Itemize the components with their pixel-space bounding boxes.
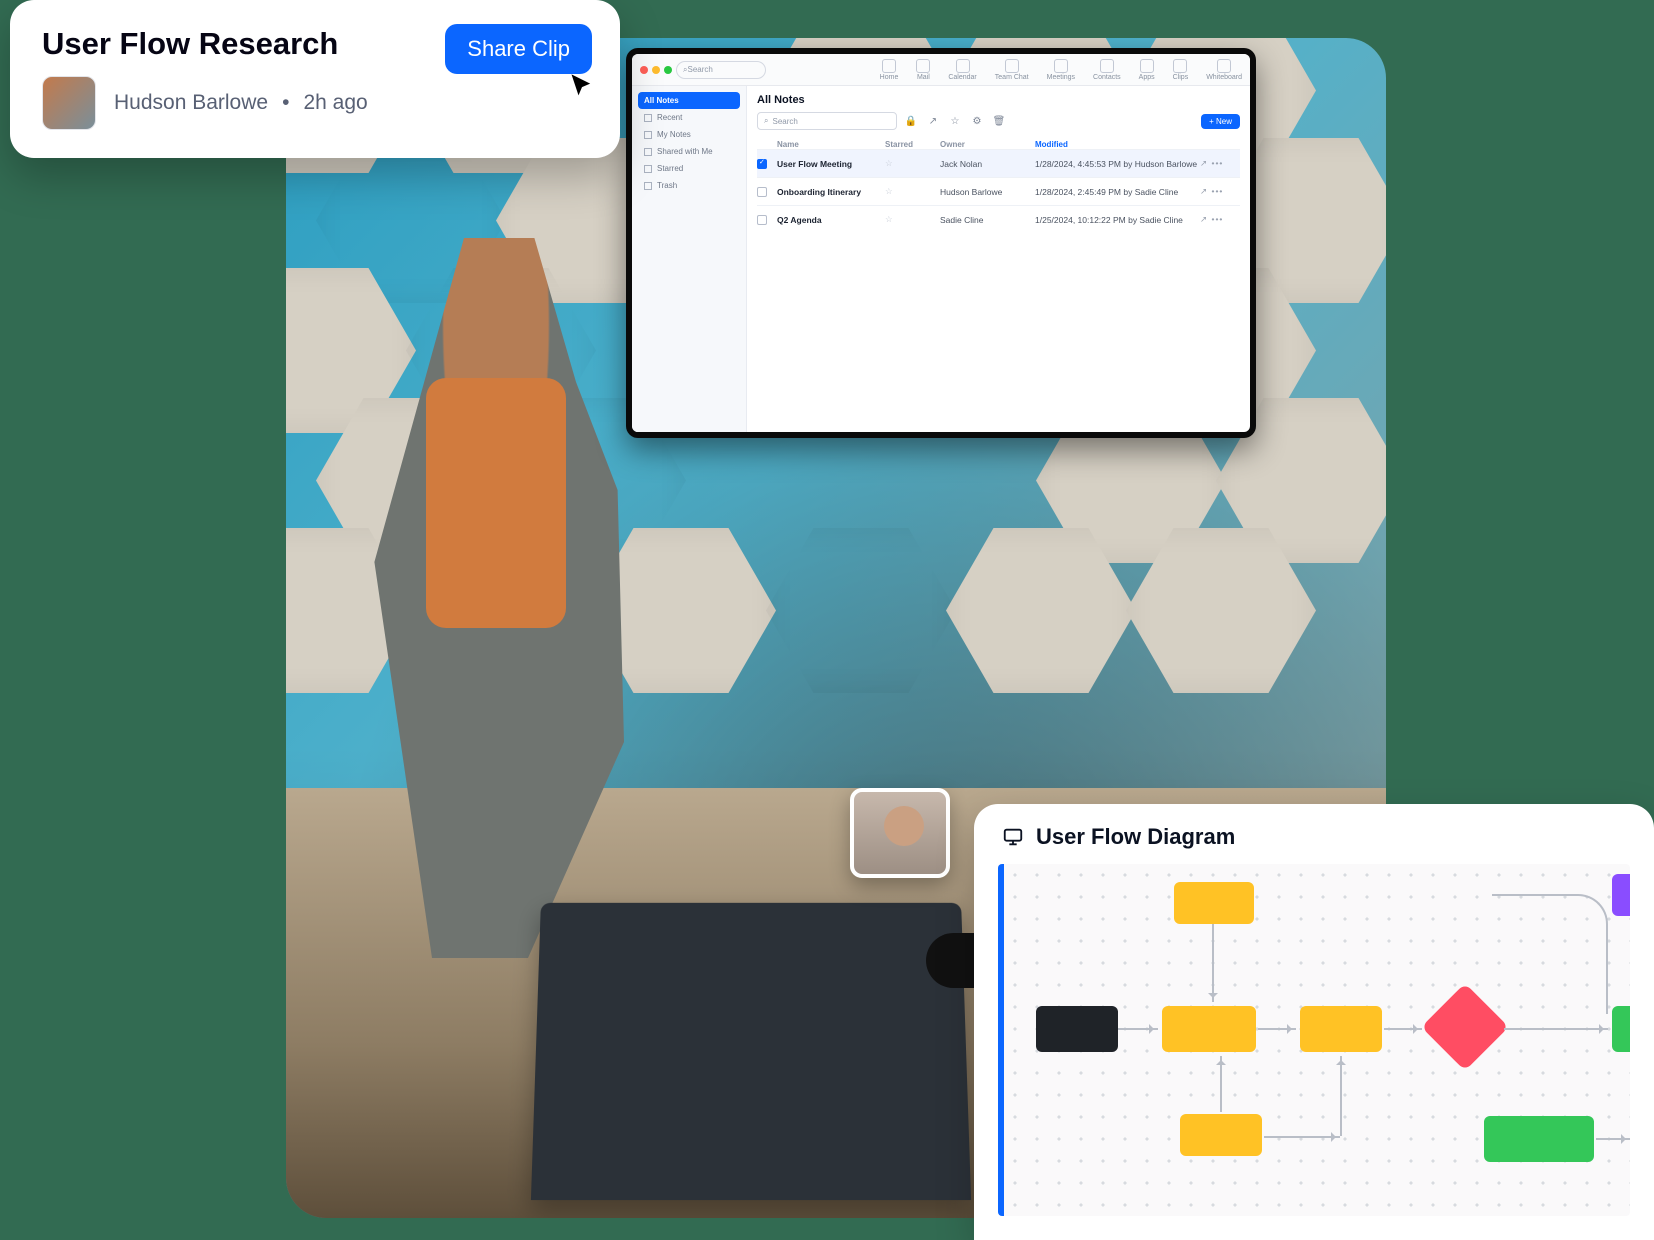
row-more-icon[interactable]: ↗ ••• xyxy=(1200,158,1240,169)
row-checkbox[interactable] xyxy=(757,215,767,225)
tab-calendar[interactable]: Calendar xyxy=(948,59,976,81)
star-icon[interactable]: ☆ xyxy=(885,214,940,225)
author-name: Hudson Barlowe xyxy=(114,91,268,115)
tab-clips[interactable]: Clips xyxy=(1173,59,1189,81)
sidebar-item-my-notes[interactable]: My Notes xyxy=(638,126,740,143)
share-icon[interactable]: ↗ xyxy=(925,113,941,129)
sidebar-item-all-notes[interactable]: All Notes xyxy=(638,92,740,109)
sidebar-item-starred[interactable]: Starred xyxy=(638,160,740,177)
share-clip-button[interactable]: Share Clip xyxy=(445,24,592,74)
table-row[interactable]: Onboarding Itinerary ☆ Hudson Barlowe 1/… xyxy=(757,177,1240,205)
flow-node[interactable] xyxy=(1612,1006,1630,1052)
sidebar-item-trash[interactable]: Trash xyxy=(638,177,740,194)
star-icon[interactable]: ☆ xyxy=(947,113,963,129)
row-owner: Sadie Cline xyxy=(940,215,1035,225)
cursor-icon xyxy=(568,72,596,100)
diagram-title: User Flow Diagram xyxy=(1036,824,1235,850)
new-note-button[interactable]: + New xyxy=(1201,114,1240,129)
flow-arrow xyxy=(1384,1028,1422,1030)
flow-diagram[interactable] xyxy=(998,864,1630,1216)
col-starred[interactable]: Starred xyxy=(885,140,940,149)
tab-contacts[interactable]: Contacts xyxy=(1093,59,1121,81)
clip-card: User Flow Research Share Clip Hudson Bar… xyxy=(10,0,620,158)
flow-arrow xyxy=(1212,924,1214,1002)
table-header: Name Starred Owner Modified xyxy=(757,140,1240,149)
tab-mail[interactable]: Mail xyxy=(916,59,930,81)
flow-node[interactable] xyxy=(1162,1006,1256,1052)
tab-apps[interactable]: Apps xyxy=(1139,59,1155,81)
flow-node[interactable] xyxy=(1300,1006,1382,1052)
sidebar-item-recent[interactable]: Recent xyxy=(638,109,740,126)
sidebar: All Notes Recent My Notes Shared with Me… xyxy=(632,86,747,432)
row-modified: 1/28/2024, 4:45:53 PM by Hudson Barlowe xyxy=(1035,159,1200,169)
tv-screen: ⌕ Search Home Mail Calendar Team Chat Me… xyxy=(626,48,1256,438)
content-search[interactable]: ⌕ Search xyxy=(757,112,897,130)
global-search[interactable]: ⌕ Search xyxy=(676,61,766,79)
row-modified: 1/25/2024, 10:12:22 PM by Sadie Cline xyxy=(1035,215,1200,225)
timestamp: 2h ago xyxy=(303,91,367,115)
flow-start-node[interactable] xyxy=(1036,1006,1118,1052)
tab-meetings[interactable]: Meetings xyxy=(1047,59,1075,81)
tab-whiteboard[interactable]: Whiteboard xyxy=(1206,59,1242,81)
flow-arrow xyxy=(1504,1028,1608,1030)
laptop xyxy=(531,903,971,1200)
row-name: Onboarding Itinerary xyxy=(777,187,885,197)
content-search-placeholder: Search xyxy=(772,117,797,126)
tab-home[interactable]: Home xyxy=(880,59,899,81)
content-toolbar: ⌕ Search 🔒 ↗ ☆ ⚙ 🗑 + New xyxy=(757,112,1240,130)
row-owner: Jack Nolan xyxy=(940,159,1035,169)
sidebar-item-shared[interactable]: Shared with Me xyxy=(638,143,740,160)
global-search-placeholder: Search xyxy=(687,65,712,74)
star-icon[interactable]: ☆ xyxy=(885,186,940,197)
flow-node[interactable] xyxy=(1180,1114,1262,1156)
table-row[interactable]: Q2 Agenda ☆ Sadie Cline 1/25/2024, 10:12… xyxy=(757,205,1240,233)
col-owner[interactable]: Owner xyxy=(940,140,1035,149)
avatar xyxy=(42,76,96,130)
search-icon: ⌕ xyxy=(764,116,768,126)
row-checkbox[interactable] xyxy=(757,159,767,169)
monitor-icon xyxy=(1002,826,1024,848)
filter-icon[interactable]: ⚙ xyxy=(969,113,985,129)
row-name: Q2 Agenda xyxy=(777,215,885,225)
flow-arrow xyxy=(1220,1056,1222,1112)
flow-node[interactable] xyxy=(1484,1116,1594,1162)
table-row[interactable]: User Flow Meeting ☆ Jack Nolan 1/28/2024… xyxy=(757,149,1240,177)
row-owner: Hudson Barlowe xyxy=(940,187,1035,197)
flow-arrow xyxy=(1596,1138,1630,1140)
flow-node[interactable] xyxy=(1612,874,1630,916)
row-more-icon[interactable]: ↗ ••• xyxy=(1200,214,1240,225)
diagram-panel: User Flow Diagram xyxy=(974,804,1654,1240)
flow-node[interactable] xyxy=(1174,882,1254,924)
content-heading: All Notes xyxy=(757,94,1240,106)
row-modified: 1/28/2024, 2:45:49 PM by Sadie Cline xyxy=(1035,187,1200,197)
flow-arrow xyxy=(1118,1028,1158,1030)
flow-arrow xyxy=(1264,1136,1340,1138)
lock-icon[interactable]: 🔒 xyxy=(903,113,919,129)
col-modified[interactable]: Modified xyxy=(1035,140,1200,149)
row-more-icon[interactable]: ↗ ••• xyxy=(1200,186,1240,197)
window-dots xyxy=(640,66,672,74)
flow-arrow xyxy=(1258,1028,1296,1030)
flow-arrow xyxy=(1340,1056,1342,1136)
row-name: User Flow Meeting xyxy=(777,159,885,169)
row-checkbox[interactable] xyxy=(757,187,767,197)
app-topbar: ⌕ Search Home Mail Calendar Team Chat Me… xyxy=(632,54,1250,86)
participant-thumbnail[interactable] xyxy=(850,788,950,878)
separator: • xyxy=(282,91,289,115)
trash-icon[interactable]: 🗑 xyxy=(991,113,1007,129)
col-name[interactable]: Name xyxy=(777,140,885,149)
star-icon[interactable]: ☆ xyxy=(885,158,940,169)
flow-arrow xyxy=(1492,894,1608,1014)
tab-team-chat[interactable]: Team Chat xyxy=(995,59,1029,81)
